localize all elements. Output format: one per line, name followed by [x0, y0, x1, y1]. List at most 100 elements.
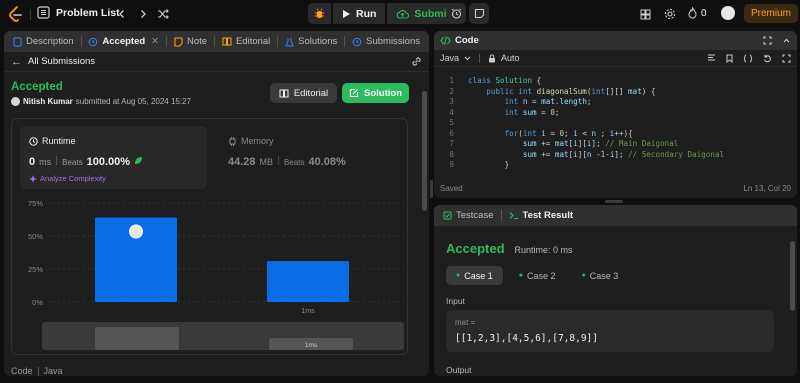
note-icon	[474, 8, 485, 19]
tab-solutions[interactable]: Solutions	[282, 36, 340, 47]
back-arrow-icon[interactable]: ←	[11, 56, 22, 68]
top-bar: Problem List Run Submit 0 Premium	[0, 0, 800, 28]
memory-unit: MB	[259, 157, 274, 167]
submission-meta: Nitish Kumar submitted at Aug 05, 2024 1…	[11, 97, 191, 106]
user-avatar[interactable]	[721, 6, 735, 20]
timer-button[interactable]	[446, 3, 466, 24]
pass-dot-icon: ●	[518, 272, 523, 279]
premium-button[interactable]: Premium	[744, 4, 798, 23]
alarm-clock-icon	[451, 8, 462, 19]
test-status: Accepted	[446, 241, 505, 256]
chevron-collapse-icon[interactable]	[782, 36, 791, 45]
notes-button[interactable]	[469, 3, 489, 24]
range-selector-bar	[95, 327, 179, 350]
output-label: Output	[446, 365, 472, 375]
case-tab-label: Case 2	[527, 270, 556, 281]
editorial-button[interactable]: Editorial	[270, 83, 337, 103]
stats-container: Runtime 0 ms Beats 100.00% Analyze Compl…	[11, 118, 408, 355]
tab-solutions-label: Solutions	[298, 36, 338, 47]
line-number: 9	[449, 160, 454, 169]
run-button[interactable]: Run	[333, 3, 386, 24]
runtime-stats: 0 ms Beats 100.00%	[29, 156, 143, 168]
line-number: 8	[449, 149, 454, 159]
tab-accepted[interactable]: Accepted ✕	[85, 36, 162, 47]
code-label[interactable]: Code	[11, 366, 33, 376]
mode-select[interactable]: Auto	[501, 53, 520, 63]
lock-icon	[488, 53, 496, 63]
input-label: Input	[446, 296, 465, 306]
analyze-complexity-link[interactable]: Analyze Complexity	[29, 174, 106, 183]
prev-problem-icon[interactable]	[113, 5, 131, 23]
language-select[interactable]: Java	[440, 53, 459, 63]
shuffle-icon[interactable]	[154, 5, 172, 23]
input-var-value: [[1,2,3],[4,5,6],[7,8,9]]	[455, 333, 598, 344]
list-icon	[37, 6, 50, 19]
memory-header[interactable]: Memory	[228, 136, 274, 146]
problem-list-label: Problem List	[56, 6, 120, 19]
clock-icon	[29, 136, 38, 146]
layout-grid-icon[interactable]	[636, 5, 654, 23]
braces-icon[interactable]	[743, 54, 753, 63]
vertical-splitter[interactable]	[430, 180, 433, 198]
case-tabs: ● Case 1 ● Case 2 ● Case 3	[446, 266, 628, 285]
test-scrollbar[interactable]	[790, 241, 795, 311]
run-label: Run	[356, 7, 377, 20]
tab-editorial[interactable]: Editorial	[219, 36, 273, 47]
document-icon	[13, 37, 22, 47]
sparkle-icon	[29, 174, 37, 183]
code-line: class Solution {	[468, 76, 542, 85]
all-submissions-link[interactable]: All Submissions	[28, 56, 95, 67]
horizontal-splitter[interactable]	[605, 200, 623, 203]
bug-icon	[314, 8, 325, 19]
chip-icon	[228, 136, 237, 146]
maximize-icon[interactable]	[763, 36, 772, 45]
input-var-name: mat =	[455, 318, 476, 327]
problem-list-button[interactable]: Problem List	[37, 6, 120, 19]
tab-submissions[interactable]: Submissions	[349, 36, 423, 47]
close-tab-icon[interactable]: ✕	[151, 36, 159, 47]
y-tick-label: 75%	[28, 199, 43, 208]
saved-status: Saved	[440, 184, 463, 193]
case-tab-2[interactable]: ● Case 2	[509, 266, 566, 285]
submit-label: Submit	[414, 7, 451, 20]
history-icon	[352, 37, 362, 47]
leetcode-logo-icon[interactable]	[8, 6, 23, 22]
chevron-down-icon[interactable]	[464, 56, 471, 61]
streak-count: 0	[701, 7, 707, 19]
runtime-card[interactable]: Runtime 0 ms Beats 100.00% Analyze Compl…	[20, 126, 207, 189]
case-tab-1[interactable]: ● Case 1	[446, 266, 503, 285]
solution-button[interactable]: Solution	[342, 83, 409, 103]
tab-description[interactable]: Description	[10, 36, 77, 47]
case-tab-3[interactable]: ● Case 3	[572, 266, 629, 285]
left-scrollbar[interactable]	[422, 91, 427, 211]
bar	[267, 261, 349, 302]
link-icon[interactable]	[411, 56, 422, 67]
debug-button[interactable]	[308, 3, 331, 24]
bookmark-icon[interactable]	[726, 54, 733, 63]
tab-note[interactable]: Note	[171, 36, 210, 47]
code-editor[interactable]: 1 2 3 4 5 6 7 8 9 class Solution { publi…	[440, 76, 790, 172]
fullscreen-icon[interactable]	[782, 54, 791, 63]
tab-test-result[interactable]: Test Result	[506, 210, 577, 221]
user-marker-avatar	[129, 224, 143, 239]
memory-label: Memory	[241, 136, 274, 146]
terminal-icon	[509, 211, 519, 220]
book-icon	[222, 37, 232, 46]
tab-submissions-label: Submissions	[366, 36, 420, 47]
edit-icon	[349, 88, 359, 98]
memory-value: 44.28	[228, 156, 256, 168]
streak-counter[interactable]: 0	[688, 7, 707, 19]
reset-icon[interactable]	[763, 54, 772, 63]
tab-description-label: Description	[26, 36, 74, 47]
next-problem-icon[interactable]	[134, 5, 152, 23]
case-tab-label: Case 1	[464, 270, 493, 281]
settings-gear-icon[interactable]	[661, 5, 679, 23]
note-icon	[174, 37, 183, 47]
submitter-name[interactable]: Nitish Kumar	[23, 97, 73, 106]
language-label[interactable]: Java	[44, 366, 63, 376]
tab-testcase[interactable]: Testcase	[440, 210, 497, 221]
user-avatar	[11, 97, 20, 106]
format-icon[interactable]	[707, 54, 716, 62]
checkbox-icon	[443, 211, 452, 220]
